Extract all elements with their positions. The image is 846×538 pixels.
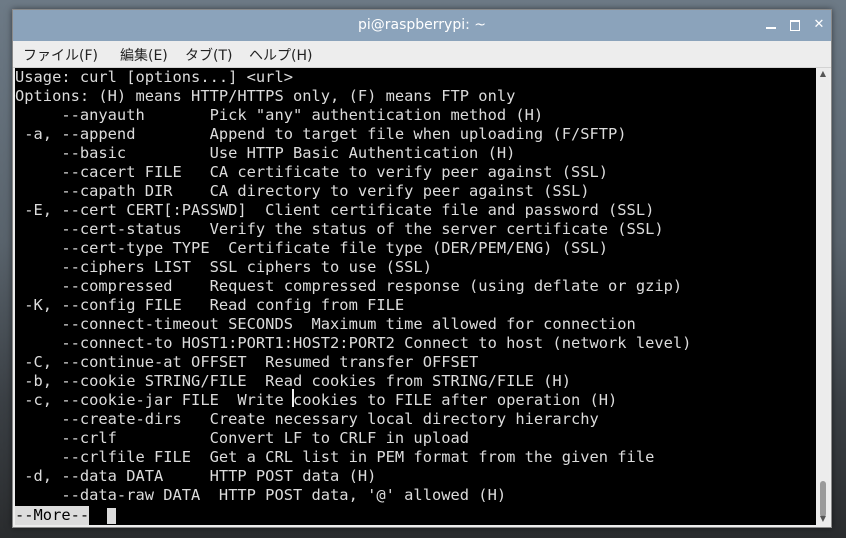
pager-prompt: --More-- xyxy=(15,506,90,525)
menu-tabs[interactable]: タブ(T) xyxy=(185,45,232,65)
terminal-line: Usage: curl [options...] <url> xyxy=(15,68,293,86)
terminal-line: --cacert FILE CA certificate to verify p… xyxy=(15,163,609,181)
terminal-line: -K, --config FILE Read config from FILE xyxy=(15,296,405,314)
title-bar[interactable]: pi@raspberrypi: ~ ✕ xyxy=(13,10,831,41)
close-button[interactable]: ✕ xyxy=(810,16,828,34)
maximize-icon xyxy=(790,20,800,31)
menu-bar: ファイル(F) 編集(E) タブ(T) ヘルプ(H) xyxy=(13,41,831,68)
terminal-window: pi@raspberrypi: ~ ✕ ファイル(F) 編集(E) タブ(T) … xyxy=(12,9,832,528)
terminal-line: --anyauth Pick "any" authentication meth… xyxy=(15,106,544,124)
terminal-line: --connect-timeout SECONDS Maximum time a… xyxy=(15,315,636,333)
terminal-line: --basic Use HTTP Basic Authentication (H… xyxy=(15,144,516,162)
text-cursor xyxy=(107,508,116,524)
maximize-button[interactable] xyxy=(786,16,804,34)
mouse-ibeam-icon xyxy=(292,389,294,407)
close-icon: ✕ xyxy=(813,17,825,32)
terminal-line: --capath DIR CA directory to verify peer… xyxy=(15,182,590,200)
terminal-line: --ciphers LIST SSL ciphers to use (SSL) xyxy=(15,258,432,276)
terminal-line: --crlf Convert LF to CRLF in upload xyxy=(15,429,470,447)
terminal-output[interactable]: Usage: curl [options...] <url> Options: … xyxy=(15,68,816,525)
terminal-line: -d, --data DATA HTTP POST data (H) xyxy=(15,467,377,485)
terminal-line: --create-dirs Create necessary local dir… xyxy=(15,410,599,428)
menu-file[interactable]: ファイル(F) xyxy=(23,45,98,65)
terminal-line: --data-raw DATA HTTP POST data, '@' allo… xyxy=(15,486,507,504)
scroll-up-icon[interactable]: ▲ xyxy=(817,68,829,80)
terminal-line: --crlfile FILE Get a CRL list in PEM for… xyxy=(15,448,655,466)
scrollbar-thumb[interactable] xyxy=(820,481,826,517)
terminal-line: --connect-to HOST1:PORT1:HOST2:PORT2 Con… xyxy=(15,334,692,352)
terminal-line: -E, --cert CERT[:PASSWD] Client certific… xyxy=(15,201,655,219)
menu-edit[interactable]: 編集(E) xyxy=(120,45,168,65)
vertical-scrollbar[interactable]: ▲ ▼ xyxy=(817,68,829,525)
minimize-button[interactable] xyxy=(762,16,780,34)
terminal-line: -a, --append Append to target file when … xyxy=(15,125,627,143)
terminal-line: -c, --cookie-jar FILE Write cookies to F… xyxy=(15,391,618,409)
minimize-icon xyxy=(766,27,776,29)
window-title: pi@raspberrypi: ~ xyxy=(357,17,487,33)
terminal-line: Options: (H) means HTTP/HTTPS only, (F) … xyxy=(15,87,516,105)
scroll-down-icon[interactable]: ▼ xyxy=(817,513,829,525)
terminal-line: --cert-type TYPE Certificate file type (… xyxy=(15,239,609,257)
terminal-line: --compressed Request compressed response… xyxy=(15,277,683,295)
menu-help[interactable]: ヘルプ(H) xyxy=(249,45,312,65)
terminal-line: -C, --continue-at OFFSET Resumed transfe… xyxy=(15,353,479,371)
terminal-line: --cert-status Verify the status of the s… xyxy=(15,220,664,238)
